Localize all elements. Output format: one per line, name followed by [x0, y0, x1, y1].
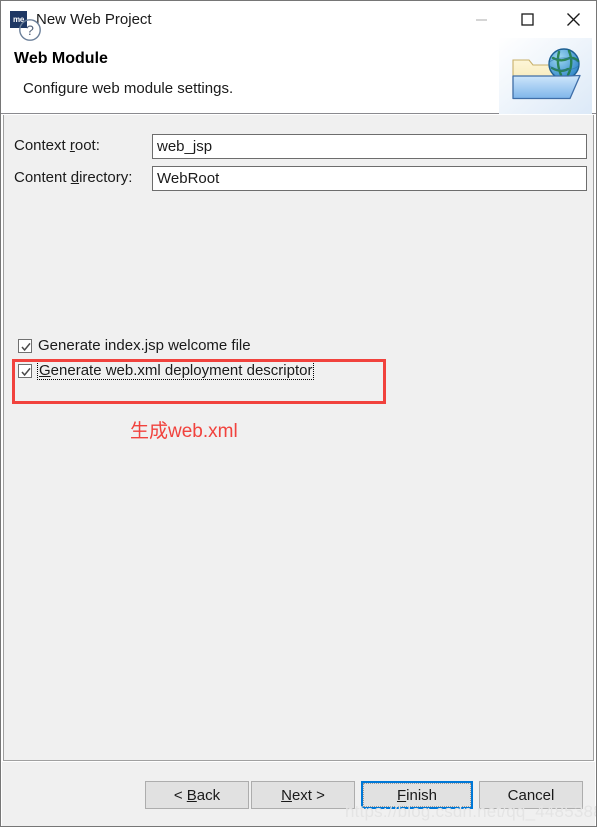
content-directory-label: Content directory: [14, 169, 133, 186]
content-directory-row: Content directory: [4, 166, 593, 192]
cancel-button[interactable]: Cancel [479, 781, 583, 809]
back-button[interactable]: < Back [145, 781, 249, 809]
close-icon [566, 13, 580, 26]
generate-index-jsp-checkbox-row[interactable]: Generate index.jsp welcome file [18, 337, 251, 354]
finish-button[interactable]: Finish [361, 781, 473, 809]
window-title: New Web Project [36, 11, 152, 28]
svg-text:?: ? [26, 22, 34, 38]
next-button[interactable]: Next > [251, 781, 355, 809]
checkmark-icon [21, 342, 31, 351]
context-root-label: Context root: [14, 137, 100, 154]
page-title: Web Module [14, 50, 108, 67]
context-root-input[interactable] [152, 134, 587, 159]
web-folder-globe-icon [499, 38, 592, 114]
generate-index-jsp-checkbox[interactable] [18, 338, 32, 353]
wizard-body: Context root: Content directory: Generat… [3, 115, 594, 761]
context-root-row: Context root: [4, 134, 593, 160]
new-web-project-dialog: me New Web Project Web Module Configure … [0, 0, 597, 827]
generate-index-jsp-label: Generate index.jsp welcome file [38, 337, 251, 354]
title-bar[interactable]: me New Web Project [1, 1, 596, 38]
content-directory-input[interactable] [152, 166, 587, 191]
maximize-button[interactable] [504, 1, 550, 38]
wizard-header: Web Module Configure web module settings… [1, 38, 596, 114]
close-button[interactable] [550, 1, 596, 38]
minimize-button[interactable] [458, 1, 504, 38]
annotation-highlight-box [12, 359, 386, 404]
maximize-icon [520, 13, 534, 26]
window-controls [458, 1, 596, 38]
minimize-icon [475, 19, 487, 21]
annotation-note-text: 生成web.xml [130, 421, 238, 442]
help-circle-icon[interactable]: ? [18, 18, 42, 42]
page-description: Configure web module settings. [23, 80, 234, 97]
